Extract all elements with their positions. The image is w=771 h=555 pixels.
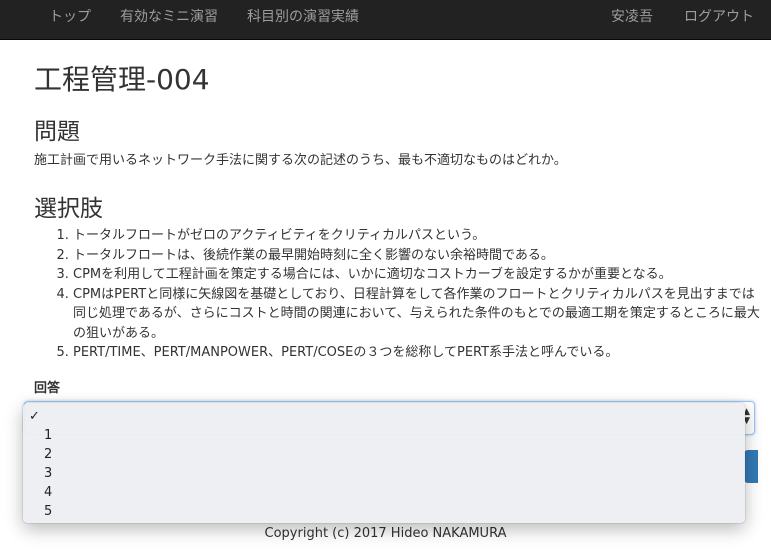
choice-item: CPMはPERTと同様に矢線図を基礎としており、日程計算をして各作業のフロートと… (73, 285, 762, 344)
nav-active-exercises-link[interactable]: 有効なミニ演習 (120, 6, 218, 26)
choice-item: CPMを利用して工程計画を策定する場合には、いかに適切なコストカーブを設定するか… (73, 265, 762, 285)
answer-label: 回答 (34, 381, 61, 396)
dropdown-option-1[interactable]: 1 (23, 426, 745, 445)
nav-top-link[interactable]: トップ (49, 6, 91, 26)
footer-copyright: Copyright (c) 2017 Hideo NAKAMURA (264, 526, 507, 541)
nav-user-name[interactable]: 安凌吾 (611, 6, 653, 26)
answer-dropdown-list: ✓ 1 2 3 4 5 (23, 403, 745, 523)
choice-item: トータルフロートがゼロのアクティビティをクリティカルパスという。 (73, 226, 762, 246)
choice-item: トータルフロートは、後続作業の最早開始時刻に全く影響のない余裕時間である。 (73, 246, 762, 266)
question-heading: 問題 (34, 119, 80, 145)
question-text: 施工計画で用いるネットワーク手法に関する次の記述のうち、最も不適切なものはどれか… (34, 153, 567, 168)
checkmark-icon: ✓ (29, 409, 40, 424)
choice-item: PERT/TIME、PERT/MANPOWER、PERT/COSEの３つを総称し… (73, 343, 762, 363)
dropdown-option-4[interactable]: 4 (23, 483, 745, 502)
page-title: 工程管理-004 (34, 63, 210, 96)
dropdown-option-5[interactable]: 5 (23, 502, 745, 521)
choices-list: トータルフロートがゼロのアクティビティをクリティカルパスという。 トータルフロー… (52, 226, 762, 363)
submit-button[interactable] (744, 450, 758, 483)
navbar: トップ 有効なミニ演習 科目別の演習実績 安凌吾 ログアウト (0, 0, 771, 40)
dropdown-option-3[interactable]: 3 (23, 464, 745, 483)
choices-heading: 選択肢 (34, 196, 103, 222)
nav-logout-link[interactable]: ログアウト (684, 6, 754, 26)
nav-subject-results-link[interactable]: 科目別の演習実績 (247, 6, 359, 26)
dropdown-option-2[interactable]: 2 (23, 445, 745, 464)
dropdown-option-empty[interactable]: ✓ (23, 407, 745, 426)
